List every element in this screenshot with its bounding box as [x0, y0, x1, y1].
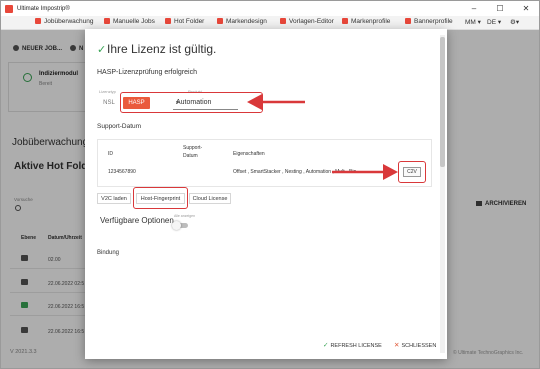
binding-section-title: Bindung — [97, 250, 120, 256]
license-type-label: Lizenztyp — [99, 89, 116, 94]
support-date-title: Support-Datum — [97, 123, 142, 130]
tab-cloud-license[interactable]: Cloud License — [189, 193, 231, 204]
column-header-id: ID — [108, 151, 113, 157]
window-title: Ultimate Impostrip® — [17, 5, 70, 12]
menu-hot-folder[interactable]: Hot Folder — [165, 18, 204, 25]
language-menu[interactable]: DE ▾ — [487, 18, 501, 26]
main-menu-bar: Jobüberwachung Manuelle Jobs Hot Folder … — [1, 16, 539, 30]
scrollbar-thumb[interactable] — [440, 37, 445, 167]
highlight-box-host-fingerprint — [133, 187, 188, 209]
show-all-label: Alle anzeigen — [174, 214, 196, 218]
menu-vorlagen-editor[interactable]: Vorlagen-Editor — [280, 18, 334, 25]
annotation-arrow-right-icon — [332, 164, 398, 180]
column-header-properties: Eigenschaften — [233, 151, 265, 157]
app-logo-icon — [5, 4, 13, 13]
minimize-button[interactable]: – — [461, 1, 487, 16]
close-window-button[interactable]: ✕ — [513, 1, 539, 16]
hasp-check-message: HASP-Lizenzprüfung erfolgreich — [97, 69, 197, 76]
toggle-knob[interactable] — [172, 221, 181, 230]
menu-markendesign[interactable]: Markendesign — [217, 18, 267, 25]
license-valid-title: Ihre Lizenz ist gültig. — [107, 42, 217, 56]
title-bar: Ultimate Impostrip® – ☐ ✕ — [1, 1, 539, 16]
check-icon: ✓ — [97, 44, 107, 56]
close-dialog-button[interactable]: ✕ SCHLIESSEN — [394, 341, 436, 349]
user-menu[interactable]: MM ▾ — [465, 18, 481, 26]
highlight-box-c2v — [398, 161, 426, 183]
highlight-box-license — [120, 92, 263, 113]
nsl-toggle[interactable]: NSL — [99, 97, 119, 109]
license-dialog: ✓ Ihre Lizenz ist gültig. HASP-Lizenzprü… — [85, 29, 447, 359]
maximize-button[interactable]: ☐ — [487, 1, 513, 16]
license-id-cell: 1234567890 — [108, 169, 136, 175]
menu-jobueberwachung[interactable]: Jobüberwachung — [35, 18, 94, 25]
window-controls: – ☐ ✕ — [461, 1, 539, 16]
menu-manuelle-jobs[interactable]: Manuelle Jobs — [104, 18, 155, 25]
refresh-license-button[interactable]: ✓ REFRESH LICENSE — [323, 341, 382, 349]
check-icon: ✓ — [323, 342, 329, 349]
annotation-arrow-left-icon — [247, 94, 305, 110]
settings-menu[interactable]: ⚙▾ — [510, 18, 519, 26]
close-icon: ✕ — [394, 342, 400, 349]
tab-v2c-laden[interactable]: V2C laden — [97, 193, 131, 204]
menu-markenprofile[interactable]: Markenprofile — [342, 18, 390, 25]
available-options-title: Verfügbare Optionen — [100, 216, 174, 225]
menu-bannerprofile[interactable]: Bannerprofile — [405, 18, 453, 25]
column-header-support-date: Support-Datum — [183, 145, 203, 159]
